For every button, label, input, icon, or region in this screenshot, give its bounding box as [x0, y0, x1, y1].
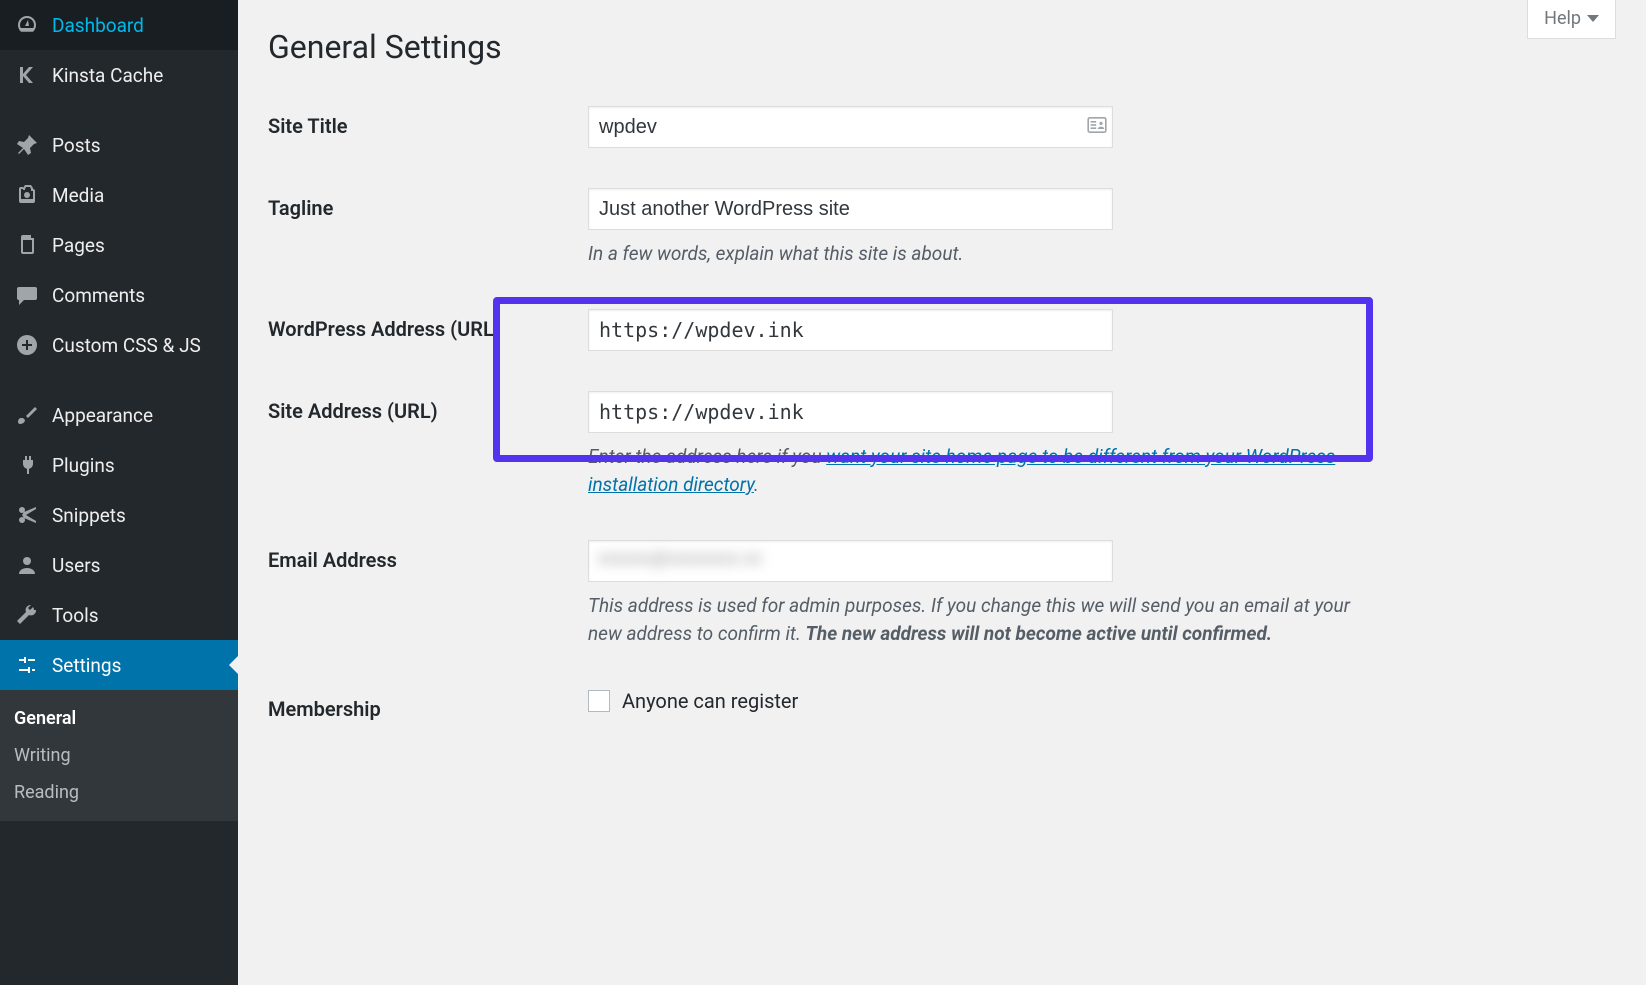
sidebar-link[interactable]: Dashboard [0, 0, 238, 50]
kinsta-icon [14, 62, 40, 88]
sidebar-item-tools[interactable]: Tools [0, 590, 238, 640]
scissors-icon [14, 502, 40, 528]
sidebar-item-custom-css-js[interactable]: Custom CSS & JS [0, 320, 238, 370]
sidebar-link[interactable]: Appearance [0, 390, 238, 440]
sidebar-link[interactable]: Posts [0, 120, 238, 170]
sidebar-item-label: Dashboard [52, 14, 144, 37]
comments-icon [14, 282, 40, 308]
sidebar-item-label: Appearance [52, 404, 153, 427]
sidebar-item-appearance[interactable]: Appearance [0, 390, 238, 440]
sidebar-link[interactable]: Snippets [0, 490, 238, 540]
site-address-input[interactable] [588, 391, 1113, 433]
sidebar-link[interactable]: Settings [0, 640, 238, 690]
submenu-link[interactable]: Reading [0, 774, 238, 811]
wordpress-address-input[interactable] [588, 309, 1113, 351]
sidebar-link[interactable]: Media [0, 170, 238, 220]
sidebar-link[interactable]: Plugins [0, 440, 238, 490]
sidebar-item-dashboard[interactable]: Dashboard [0, 0, 238, 50]
sidebar-item-label: Comments [52, 284, 145, 307]
help-tab[interactable]: Help [1527, 0, 1616, 39]
submenu-link[interactable]: General [0, 700, 238, 737]
site-url-description: Enter the address here if you want your … [588, 443, 1388, 500]
sidebar-link[interactable]: Users [0, 540, 238, 590]
dashboard-icon [14, 12, 40, 38]
sidebar-item-settings[interactable]: Settings [0, 640, 238, 690]
submenu-link[interactable]: Writing [0, 737, 238, 774]
membership-label: Membership [268, 669, 588, 749]
pages-icon [14, 232, 40, 258]
email-label: Email Address [268, 520, 588, 669]
sidebar-item-label: Pages [52, 234, 105, 257]
sidebar-link[interactable]: Kinsta Cache [0, 50, 238, 100]
sidebar-item-label: Snippets [52, 504, 126, 527]
brush-icon [14, 402, 40, 428]
site-title-label: Site Title [268, 86, 588, 168]
sidebar-item-label: Custom CSS & JS [52, 334, 201, 357]
email-description: This address is used for admin purposes.… [588, 592, 1388, 649]
submenu-item-reading[interactable]: Reading [0, 774, 238, 811]
admin-sidebar: Dashboard Kinsta Cache Posts Media Pages Comm… [0, 0, 238, 985]
sidebar-item-label: Kinsta Cache [52, 64, 163, 87]
pin-icon [14, 132, 40, 158]
main-content: Help General Settings Site Title [238, 0, 1646, 985]
plus-icon [14, 332, 40, 358]
sidebar-link[interactable]: Comments [0, 270, 238, 320]
plug-icon [14, 452, 40, 478]
sidebar-item-label: Tools [52, 604, 99, 627]
tagline-input[interactable] [588, 188, 1113, 230]
user-icon [14, 552, 40, 578]
site-url-label: Site Address (URL) [268, 371, 588, 520]
page-title: General Settings [268, 0, 1616, 86]
wrench-icon [14, 602, 40, 628]
sidebar-item-label: Media [52, 184, 104, 207]
wp-url-label: WordPress Address (URL) [268, 289, 588, 371]
settings-form-table: Site Title Tagline In a fe [268, 86, 1616, 749]
sidebar-item-label: Posts [52, 134, 101, 157]
sidebar-item-pages[interactable]: Pages [0, 220, 238, 270]
sidebar-link[interactable]: Custom CSS & JS [0, 320, 238, 370]
sidebar-item-label: Settings [52, 654, 121, 677]
sidebar-item-label: Plugins [52, 454, 115, 477]
site-title-input[interactable] [588, 106, 1113, 148]
anyone-can-register-checkbox[interactable] [588, 690, 610, 712]
redacted-email: xxxxxx@xxxxxxxx.xx [598, 548, 762, 569]
sidebar-item-kinsta-cache[interactable]: Kinsta Cache [0, 50, 238, 100]
submenu-item-general[interactable]: General [0, 700, 238, 737]
sidebar-item-media[interactable]: Media [0, 170, 238, 220]
sidebar-link[interactable]: Pages [0, 220, 238, 270]
membership-checkbox-text: Anyone can register [622, 689, 798, 713]
chevron-down-icon [1587, 15, 1599, 22]
submenu-item-writing[interactable]: Writing [0, 737, 238, 774]
sidebar-item-label: Users [52, 554, 100, 577]
sidebar-item-plugins[interactable]: Plugins [0, 440, 238, 490]
sidebar-separator [0, 100, 238, 120]
autofill-icon [1087, 117, 1107, 137]
sidebar-separator [0, 370, 238, 390]
sidebar-item-users[interactable]: Users [0, 540, 238, 590]
membership-checkbox-label[interactable]: Anyone can register [588, 689, 1606, 713]
sliders-icon [14, 652, 40, 678]
sidebar-link[interactable]: Tools [0, 590, 238, 640]
tagline-label: Tagline [268, 168, 588, 289]
help-tab-label: Help [1544, 8, 1581, 29]
media-icon [14, 182, 40, 208]
sidebar-item-posts[interactable]: Posts [0, 120, 238, 170]
sidebar-item-comments[interactable]: Comments [0, 270, 238, 320]
sidebar-item-snippets[interactable]: Snippets [0, 490, 238, 540]
tagline-description: In a few words, explain what this site i… [588, 240, 1388, 269]
